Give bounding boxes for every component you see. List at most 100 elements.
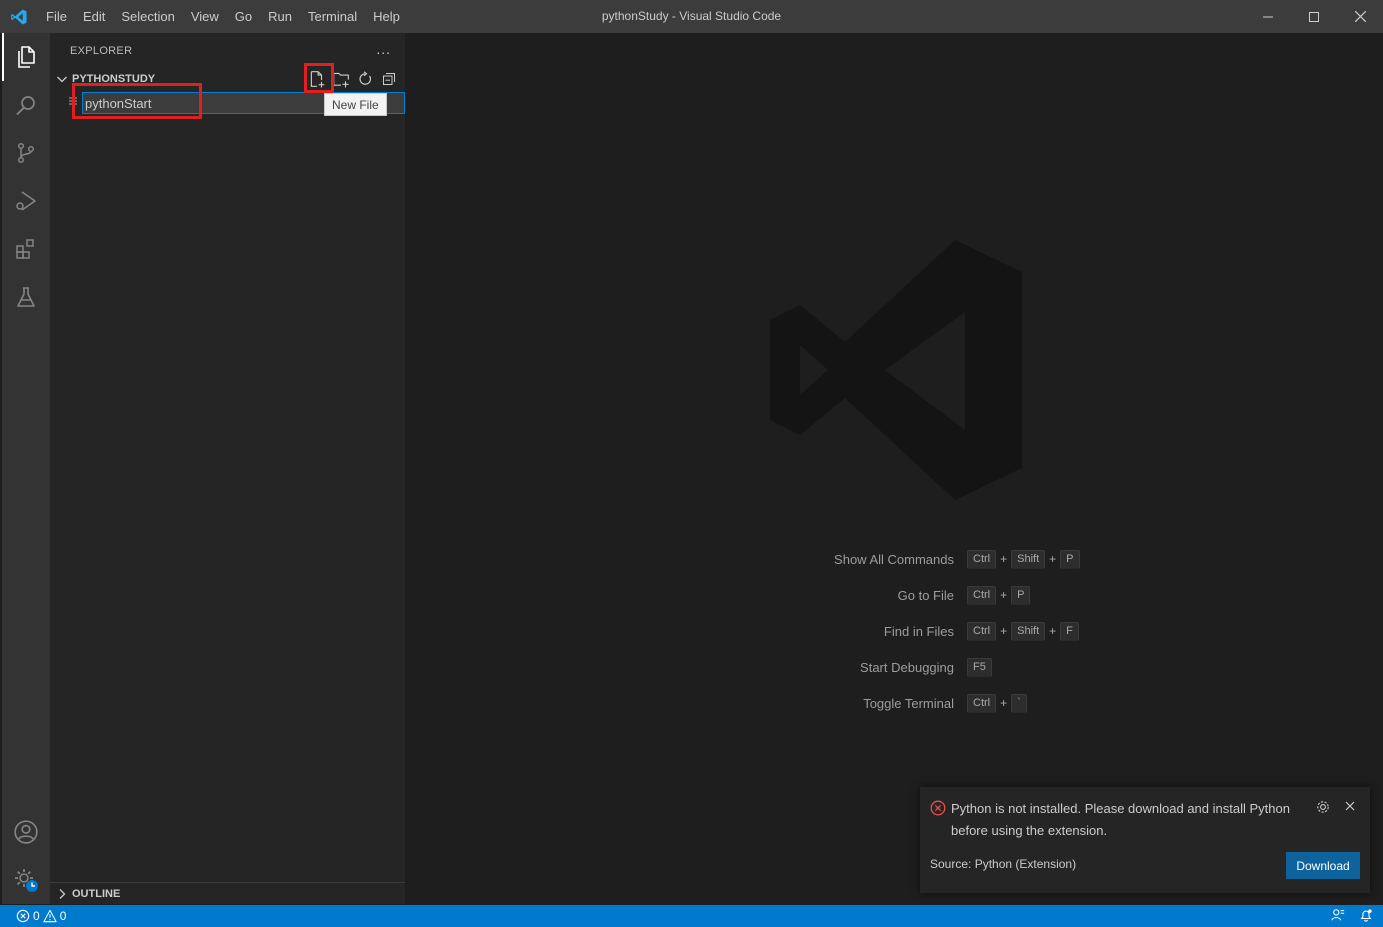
key-badge: Shift	[1011, 621, 1046, 641]
menu-run[interactable]: Run	[260, 0, 300, 33]
key-badge: Ctrl	[967, 585, 997, 605]
plus-sign: +	[1000, 696, 1008, 710]
shortcut-keys: Ctrl + Shift + P	[967, 549, 1080, 569]
activity-bar	[2, 33, 50, 904]
shortcut-row: Toggle Terminal Ctrl + `	[735, 685, 1335, 721]
key-badge: F5	[967, 657, 992, 677]
outline-label: OUTLINE	[72, 887, 121, 900]
shortcut-keys: Ctrl + Shift + F	[967, 621, 1079, 641]
outline-section-header[interactable]: OUTLINE	[50, 882, 405, 904]
menu-terminal[interactable]: Terminal	[300, 0, 365, 33]
collapse-folders-button[interactable]	[377, 68, 401, 90]
gear-clock-icon	[15, 869, 38, 892]
shortcut-keys: Ctrl + `	[967, 693, 1027, 713]
activity-extensions[interactable]	[2, 225, 50, 273]
account-icon	[14, 820, 38, 844]
key-badge: Ctrl	[967, 621, 997, 641]
key-badge: P	[1060, 549, 1080, 569]
notification-close-button[interactable]	[1343, 799, 1357, 816]
close-icon	[1345, 801, 1355, 811]
new-file-tooltip: New File	[324, 93, 387, 116]
notifications-button[interactable]	[1359, 908, 1373, 925]
activity-bottom	[2, 808, 50, 904]
notification-source: Source: Python (Extension)	[930, 857, 1077, 871]
download-button[interactable]: Download	[1286, 852, 1360, 879]
notification-settings-button[interactable]	[1315, 799, 1331, 818]
explorer-header: EXPLORER ...	[50, 33, 405, 68]
notification-message: Python is not installed. Please download…	[951, 801, 1290, 838]
menu-view[interactable]: View	[183, 0, 227, 33]
shortcut-row: Start Debugging F5	[735, 649, 1335, 685]
activity-manage[interactable]	[2, 856, 50, 904]
activity-testing[interactable]	[2, 273, 50, 321]
highlight-box-file-name	[72, 83, 202, 119]
activity-run-debug[interactable]	[2, 177, 50, 225]
more-actions-button[interactable]: ...	[376, 41, 391, 57]
notification-toast: Python is not installed. Please download…	[920, 787, 1370, 893]
shortcut-label: Toggle Terminal	[863, 695, 954, 711]
shortcut-label: Start Debugging	[860, 659, 954, 675]
highlight-box-new-file	[304, 63, 334, 93]
plus-sign: +	[1049, 552, 1057, 566]
title-bar: File Edit Selection View Go Run Terminal…	[0, 0, 1383, 33]
bell-icon	[1360, 908, 1372, 922]
gear-icon	[1317, 801, 1329, 813]
explorer-sidebar: EXPLORER ... PYTHONSTUDY OUTLINE	[50, 33, 405, 904]
maximize-icon	[1309, 11, 1319, 22]
menu-bar: File Edit Selection View Go Run Terminal…	[38, 0, 408, 33]
plus-sign: +	[1000, 624, 1008, 638]
maximize-button[interactable]	[1291, 0, 1337, 33]
problems-indicator[interactable]: 0 0	[0, 909, 66, 923]
shortcut-keys: F5	[967, 657, 992, 677]
minimize-icon	[1263, 16, 1273, 17]
status-right-items	[1331, 905, 1373, 927]
shortcut-row: Go to File Ctrl + P	[735, 577, 1335, 613]
shortcut-row: Find in Files Ctrl + Shift + F	[735, 613, 1335, 649]
plus-sign: +	[1000, 588, 1008, 602]
chevron-down-icon	[57, 76, 67, 83]
key-badge: Shift	[1011, 549, 1046, 569]
refresh-icon	[359, 71, 372, 85]
menu-selection[interactable]: Selection	[113, 0, 182, 33]
error-icon	[930, 800, 946, 816]
key-badge: Ctrl	[967, 549, 997, 569]
menu-edit[interactable]: Edit	[75, 0, 113, 33]
key-badge: `	[1011, 693, 1027, 713]
error-icon	[16, 909, 30, 923]
close-window-button[interactable]	[1337, 0, 1383, 33]
plus-sign: +	[1049, 624, 1057, 638]
chevron-right-icon	[59, 888, 66, 899]
feedback-icon	[1331, 908, 1345, 920]
activity-source-control[interactable]	[2, 129, 50, 177]
source-control-icon	[17, 142, 35, 164]
explorer-title: EXPLORER	[70, 44, 133, 57]
key-badge: P	[1011, 585, 1031, 605]
shortcut-row: Show All Commands Ctrl + Shift + P	[735, 541, 1335, 577]
vscode-logo-icon	[0, 0, 38, 33]
activity-search[interactable]	[2, 81, 50, 129]
shortcut-label: Go to File	[897, 587, 954, 603]
extensions-icon	[16, 239, 34, 259]
activity-accounts[interactable]	[2, 808, 50, 856]
search-icon	[16, 96, 35, 116]
flask-icon	[17, 287, 35, 307]
refresh-explorer-button[interactable]	[353, 68, 377, 90]
welcome-shortcuts: Show All Commands Ctrl + Shift + P Go to Fil…	[735, 541, 1335, 721]
plus-sign: +	[1000, 552, 1008, 566]
shortcut-label: Find in Files	[883, 623, 954, 639]
minimize-button[interactable]	[1245, 0, 1291, 33]
shortcut-label: Show All Commands	[834, 551, 954, 567]
menu-help[interactable]: Help	[365, 0, 408, 33]
collapse-all-icon	[383, 73, 395, 85]
activity-explorer[interactable]	[2, 33, 50, 81]
menu-file[interactable]: File	[38, 0, 75, 33]
files-icon	[18, 46, 35, 68]
run-debug-icon	[16, 191, 36, 211]
error-count: 0	[33, 909, 40, 923]
close-icon	[1354, 11, 1366, 22]
new-folder-icon	[333, 72, 349, 88]
shortcut-keys: Ctrl + P	[967, 585, 1031, 605]
key-badge: F	[1060, 621, 1079, 641]
menu-go[interactable]: Go	[227, 0, 260, 33]
feedback-button[interactable]	[1331, 908, 1345, 925]
